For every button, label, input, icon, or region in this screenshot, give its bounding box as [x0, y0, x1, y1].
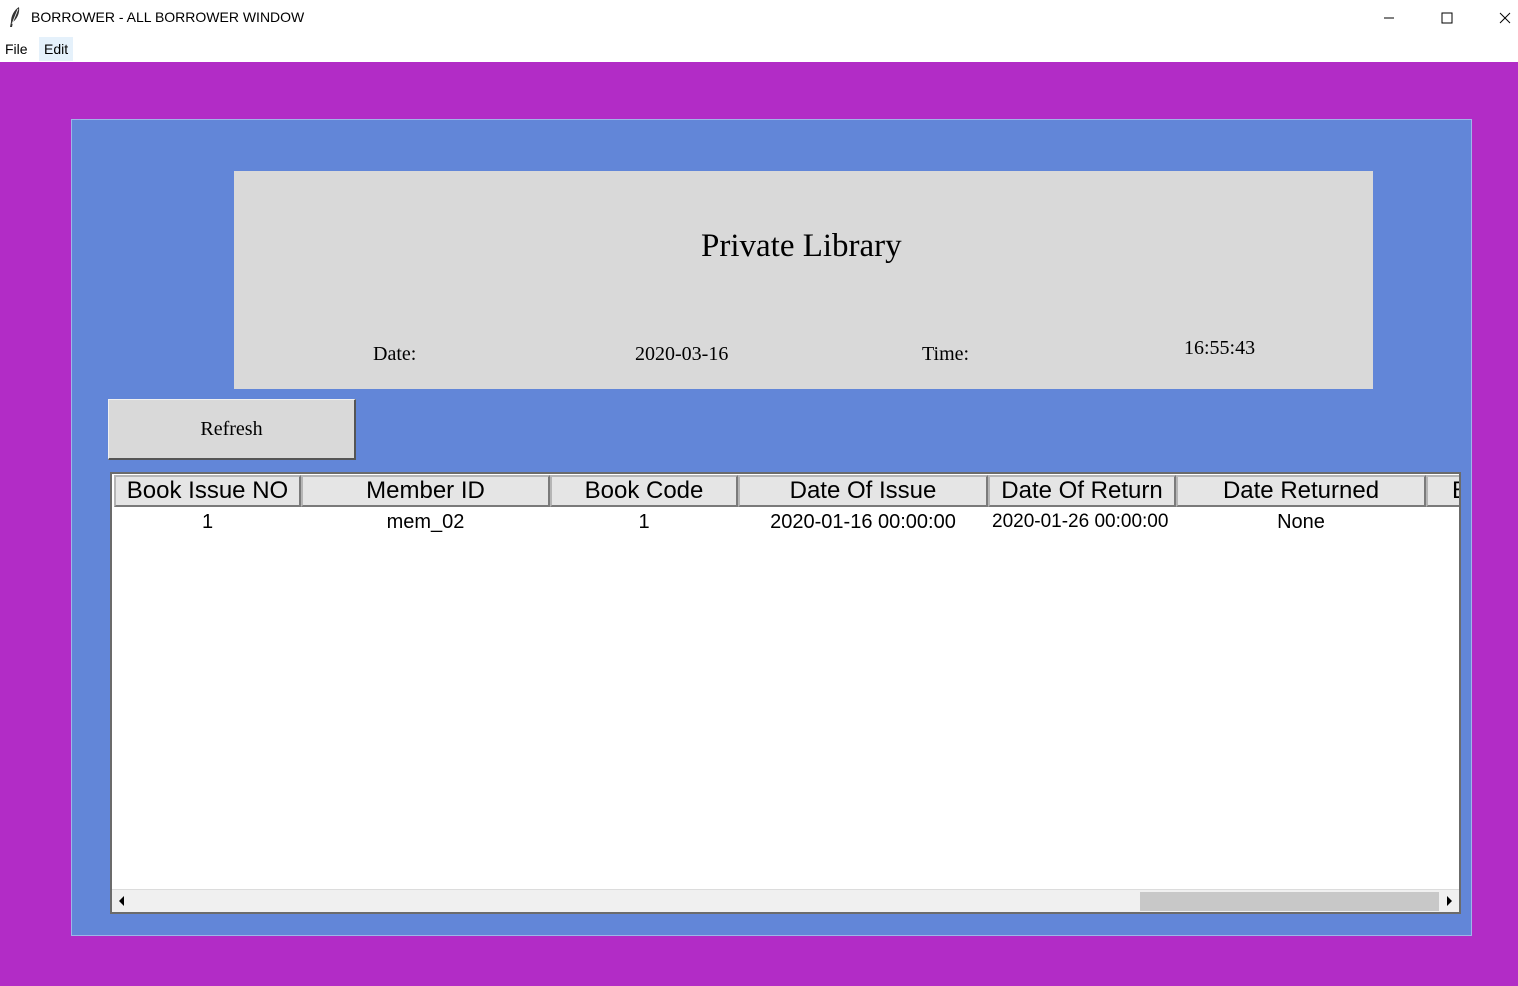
- table-header: Book Issue NO Member ID Book Code Date O…: [112, 474, 1459, 508]
- cell-book-issue-no: 1: [201, 511, 214, 533]
- scroll-left-icon: [119, 896, 124, 906]
- time-value: 16:55:43: [1184, 337, 1256, 359]
- column-header-date-returned[interactable]: Date Returned: [1176, 475, 1426, 507]
- menu-edit[interactable]: Edit: [39, 37, 74, 61]
- column-header-book-code[interactable]: Book Code: [550, 475, 738, 507]
- window-title: BORROWER - ALL BORROWER WINDOW: [31, 9, 305, 25]
- cell-member-id: mem_02: [386, 511, 465, 533]
- title-bar: BORROWER - ALL BORROWER WINDOW: [0, 0, 1518, 36]
- horizontal-scrollbar[interactable]: [112, 889, 1459, 912]
- library-title: Private Library: [701, 228, 902, 264]
- menu-bar: [0, 36, 1518, 62]
- close-icon: [1499, 12, 1511, 24]
- date-value: 2020-03-16: [635, 343, 729, 365]
- scrollbar-thumb[interactable]: [1140, 892, 1439, 911]
- cell-date-returned: None: [1277, 511, 1325, 533]
- minimize-button[interactable]: [1360, 0, 1418, 36]
- date-label: Date:: [373, 343, 417, 365]
- close-button[interactable]: [1476, 0, 1518, 36]
- table-row[interactable]: 1 mem_02 1 2020-01-16 00:00:00 2020-01-2…: [112, 509, 1459, 535]
- time-label: Time:: [922, 343, 970, 365]
- cell-book-code: 1: [638, 511, 650, 533]
- column-header-date-of-issue[interactable]: Date Of Issue: [738, 475, 988, 507]
- scroll-right-icon: [1447, 896, 1452, 906]
- refresh-button[interactable]: Refresh: [108, 399, 356, 460]
- column-header-date-of-return[interactable]: Date Of Return: [988, 475, 1176, 507]
- cell-date-of-return: 2020-01-26 00:00:00: [992, 511, 1169, 532]
- column-header-partial[interactable]: B: [1426, 475, 1459, 507]
- maximize-icon: [1441, 12, 1453, 24]
- menu-file[interactable]: File: [0, 37, 33, 61]
- cell-date-of-issue: 2020-01-16 00:00:00: [770, 511, 956, 533]
- scroll-right-button[interactable]: [1439, 890, 1459, 912]
- column-header-book-issue-no[interactable]: Book Issue NO: [114, 475, 301, 507]
- feather-icon: [10, 7, 20, 27]
- scroll-left-button[interactable]: [112, 890, 132, 912]
- maximize-button[interactable]: [1418, 0, 1476, 36]
- column-header-member-id[interactable]: Member ID: [301, 475, 550, 507]
- minimize-icon: [1384, 17, 1394, 19]
- borrower-table: Book Issue NO Member ID Book Code Date O…: [110, 472, 1461, 914]
